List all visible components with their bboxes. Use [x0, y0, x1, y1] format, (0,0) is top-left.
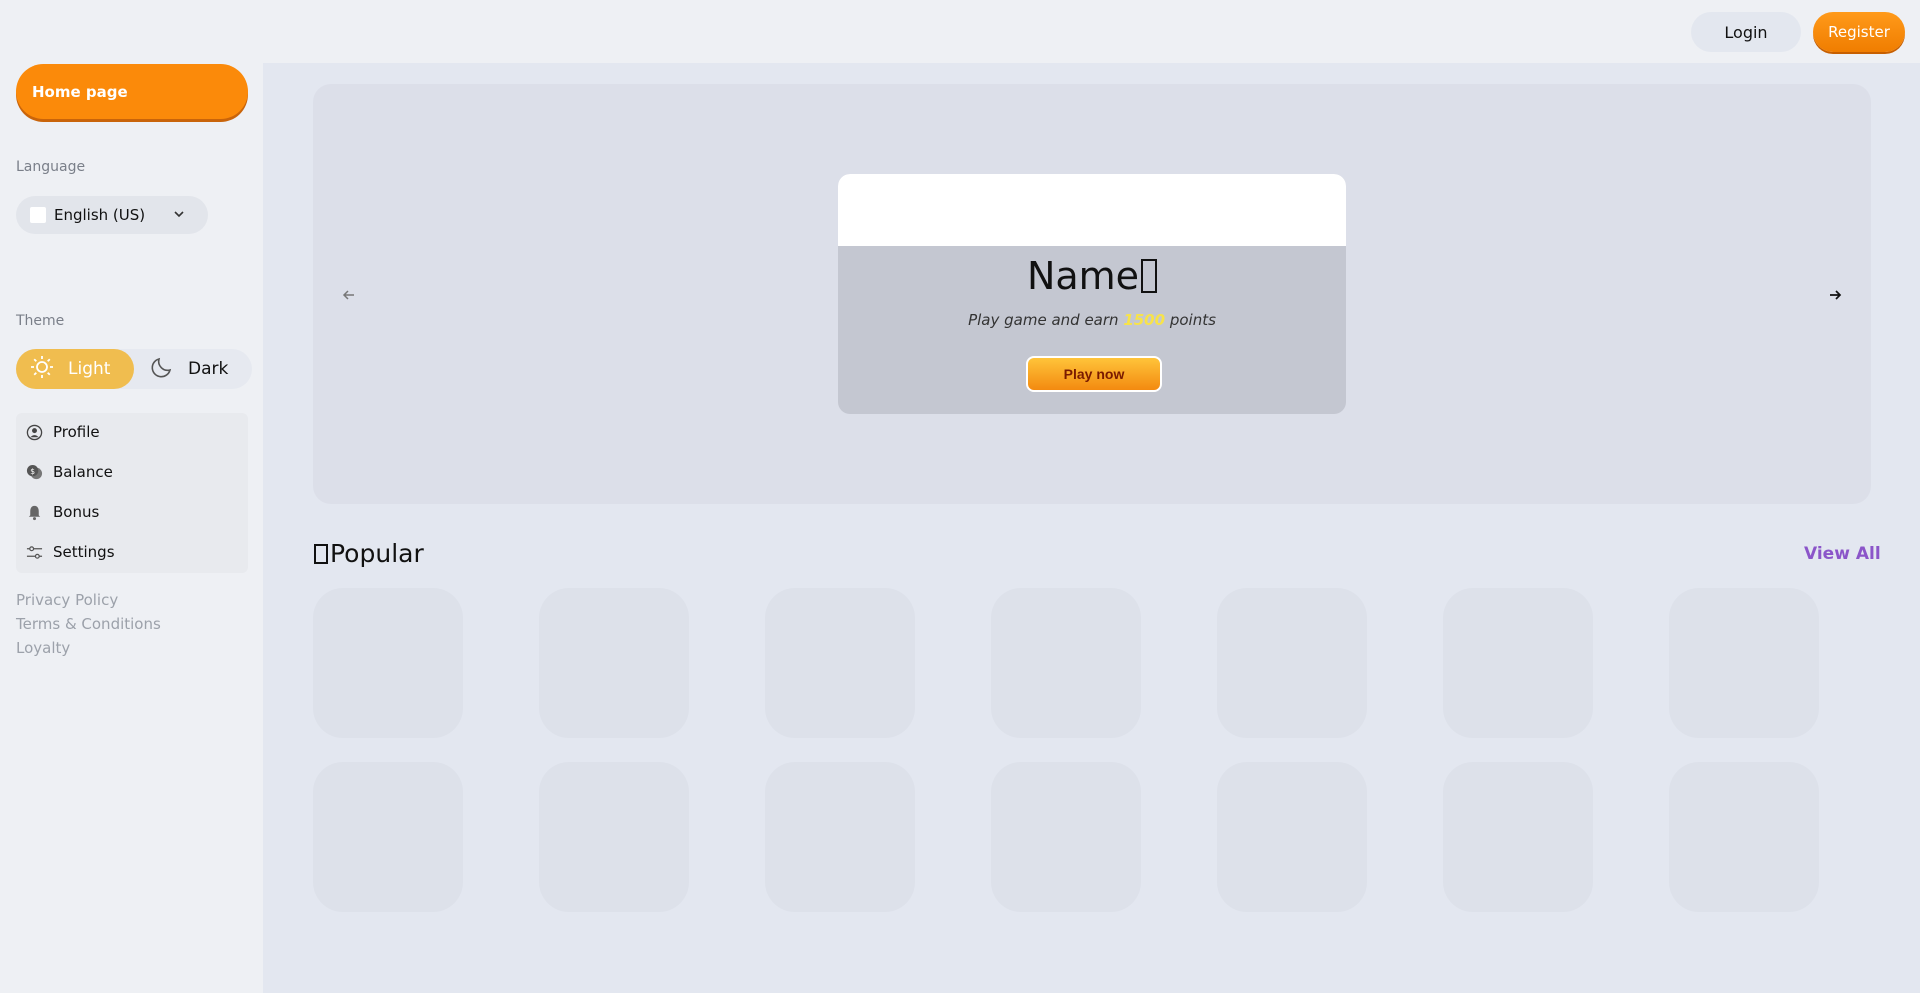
menu-label-bonus: Bonus: [53, 503, 100, 521]
svg-text:$: $: [30, 466, 35, 475]
game-tile[interactable]: [1217, 762, 1367, 912]
top-bar: Login Register: [0, 0, 1920, 63]
terms-link[interactable]: Terms & Conditions: [16, 615, 161, 633]
game-tile[interactable]: [539, 762, 689, 912]
game-tile[interactable]: [539, 588, 689, 738]
sliders-icon: [26, 545, 43, 559]
menu-item-balance[interactable]: $ Balance: [26, 460, 113, 484]
game-tile[interactable]: [991, 588, 1141, 738]
menu-label-profile: Profile: [53, 423, 100, 441]
popular-section-title: Popular: [314, 539, 424, 568]
coins-icon: $: [26, 464, 43, 479]
game-tile[interactable]: [313, 588, 463, 738]
register-button[interactable]: Register: [1813, 12, 1905, 52]
game-tile[interactable]: [765, 588, 915, 738]
sidebar: Home page Language English (US) Theme Li…: [0, 63, 263, 993]
language-label: Language: [16, 159, 86, 175]
promo-card: Name Play game and earn 1500 points Play…: [838, 174, 1346, 414]
game-tile[interactable]: [1669, 762, 1819, 912]
game-tile[interactable]: [313, 762, 463, 912]
loyalty-link[interactable]: Loyalty: [16, 639, 70, 657]
popular-icon: [314, 543, 328, 564]
theme-dark-label: Dark: [188, 359, 229, 379]
game-tile[interactable]: [1443, 762, 1593, 912]
privacy-policy-link[interactable]: Privacy Policy: [16, 591, 118, 609]
home-page-button[interactable]: Home page: [16, 64, 248, 119]
menu-item-bonus[interactable]: Bonus: [26, 500, 99, 524]
arrow-right-icon[interactable]: [1827, 287, 1843, 307]
language-select[interactable]: English (US): [16, 196, 208, 234]
game-tile[interactable]: [1669, 588, 1819, 738]
theme-light-label: Light: [68, 359, 111, 379]
flag-icon: [30, 207, 46, 223]
theme-dark-button[interactable]: Dark: [150, 349, 228, 389]
game-tile[interactable]: [1443, 588, 1593, 738]
theme-label: Theme: [16, 313, 65, 329]
points-value: 1500: [1123, 311, 1166, 329]
promo-image: [838, 174, 1346, 246]
game-tile[interactable]: [1217, 588, 1367, 738]
account-menu: Profile $ Balance Bonus Settings: [16, 413, 248, 573]
theme-toggle: Light Dark: [16, 349, 252, 389]
game-tile[interactable]: [991, 762, 1141, 912]
game-tile[interactable]: [765, 762, 915, 912]
menu-item-settings[interactable]: Settings: [26, 540, 115, 564]
hero-carousel: Name Play game and earn 1500 points Play…: [313, 84, 1871, 504]
view-all-link[interactable]: View All: [1804, 544, 1881, 564]
arrow-left-icon[interactable]: [341, 287, 357, 307]
user-circle-icon: [26, 424, 43, 440]
play-now-button[interactable]: Play now: [1026, 356, 1162, 392]
promo-subtitle: Play game and earn 1500 points: [968, 311, 1216, 329]
language-value: English (US): [54, 206, 146, 224]
bell-icon: [28, 505, 41, 520]
moon-icon: [150, 355, 174, 384]
chevron-down-icon: [172, 207, 186, 225]
menu-item-profile[interactable]: Profile: [26, 420, 100, 444]
main-content: Name Play game and earn 1500 points Play…: [263, 63, 1920, 993]
sun-icon: [30, 355, 54, 384]
promo-title: Name: [838, 254, 1346, 298]
theme-light-button[interactable]: Light: [16, 349, 134, 389]
login-button[interactable]: Login: [1691, 12, 1801, 52]
menu-label-balance: Balance: [53, 463, 113, 481]
menu-label-settings: Settings: [53, 543, 115, 561]
